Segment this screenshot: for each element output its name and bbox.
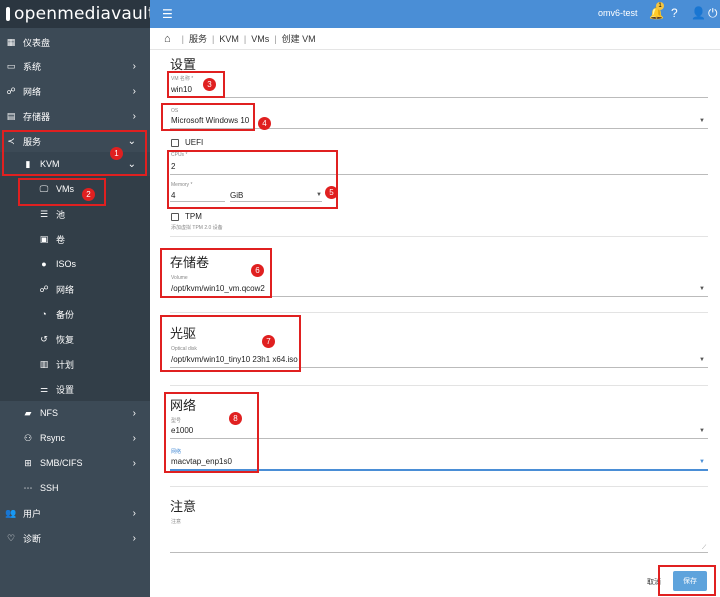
chevron-right-icon: › xyxy=(132,407,136,419)
chevron-right-icon: › xyxy=(132,457,136,469)
backup-icon: ◔ xyxy=(41,309,47,319)
annotation-number: 7 xyxy=(262,335,275,348)
tpm-label: TPM xyxy=(185,212,202,221)
sidebar-item-users[interactable]: 👥 用户 › xyxy=(0,501,150,525)
annotation-box-7 xyxy=(160,315,301,372)
sidebar-item-settings[interactable]: ⚌ 设置 xyxy=(0,377,150,401)
chevron-right-icon: › xyxy=(132,60,136,72)
network-dropdown-icon[interactable]: ▼ xyxy=(699,459,705,465)
folder-icon: ▰ xyxy=(24,407,32,418)
chevron-right-icon: › xyxy=(132,432,136,444)
uefi-label: UEFI xyxy=(185,138,204,147)
sidebar-item-ssh[interactable]: ⋯ SSH xyxy=(0,476,150,500)
home-icon[interactable]: ⌂ xyxy=(164,33,171,45)
chevron-right-icon: › xyxy=(132,507,136,519)
uefi-checkbox[interactable] xyxy=(171,138,179,147)
sidebar: openmediavault ▦ 仪表盘 ▭ 系统 › ☍ 网络 › ▤ 存储器… xyxy=(0,0,155,597)
sidebar-item-rsync[interactable]: ⚇ Rsync › xyxy=(0,426,150,450)
chevron-right-icon: › xyxy=(132,532,136,544)
optical-dropdown-icon[interactable]: ▼ xyxy=(699,357,705,363)
user-icon[interactable]: 👤 xyxy=(691,6,706,20)
sidebar-item-smb[interactable]: ⊞ SMB/CIFS › xyxy=(0,451,150,475)
heartbeat-icon: ♡ xyxy=(6,532,16,543)
notification-badge: 1 xyxy=(656,2,664,10)
sidebar-item-system[interactable]: ▭ 系统 › xyxy=(0,54,150,78)
model-dropdown-icon[interactable]: ▼ xyxy=(699,428,705,434)
ssh-icon: ⋯ xyxy=(23,482,33,493)
help-icon[interactable]: ? xyxy=(671,6,678,20)
users-icon: 👥 xyxy=(5,507,17,518)
annotation-number: 4 xyxy=(258,117,271,130)
os-dropdown-icon[interactable]: ▼ xyxy=(699,118,705,124)
sidebar-item-nfs[interactable]: ▰ NFS › xyxy=(0,401,150,425)
sidebar-item-restore[interactable]: ↺ 恢复 xyxy=(0,327,150,351)
annotation-number: 2 xyxy=(82,188,95,201)
breadcrumb: ⌂ | 服务 | KVM | VMs | 创建 VM xyxy=(150,28,720,50)
chevron-right-icon: › xyxy=(132,110,136,122)
annotation-box-3 xyxy=(167,71,225,98)
tpm-checkbox-row[interactable]: TPM xyxy=(171,212,202,221)
sidebar-item-network[interactable]: ☍ 网络 › xyxy=(0,79,150,103)
annotation-number: 1 xyxy=(110,147,123,160)
sidebar-item-volumes[interactable]: ▣ 卷 xyxy=(0,227,150,251)
storage-icon: ▤ xyxy=(6,110,16,121)
sidebar-item-storage[interactable]: ▤ 存储器 › xyxy=(0,104,150,128)
sidebar-item-isos[interactable]: ● ISOs xyxy=(0,252,150,276)
hostname: omv6-test xyxy=(598,8,638,18)
annotation-number: 5 xyxy=(325,186,338,199)
sliders-icon: ⚌ xyxy=(39,383,49,394)
resize-handle-icon[interactable]: ⟋ xyxy=(702,545,706,552)
uefi-checkbox-row[interactable]: UEFI xyxy=(171,138,203,147)
annotation-box-5 xyxy=(167,150,338,209)
breadcrumb-kvm[interactable]: KVM xyxy=(219,34,239,44)
sidebar-item-kvm-network[interactable]: ☍ 网络 xyxy=(0,277,150,301)
disc-icon: ● xyxy=(41,259,47,269)
sidebar-item-backup[interactable]: ◔ 备份 xyxy=(0,302,150,326)
calendar-icon: ▥ xyxy=(39,358,49,369)
notes-label: 注意 xyxy=(171,519,182,525)
notes-section-title: 注意 xyxy=(170,499,197,514)
chevron-right-icon: › xyxy=(132,85,136,97)
app-logo[interactable]: openmediavault xyxy=(0,0,155,28)
network-icon: ☍ xyxy=(6,85,16,96)
app-title: openmediavault xyxy=(14,4,155,24)
sidebar-item-diagnostics[interactable]: ♡ 诊断 › xyxy=(0,526,150,550)
restore-icon: ↺ xyxy=(40,333,48,344)
laptop-icon: ▭ xyxy=(6,60,16,71)
annotation-number: 8 xyxy=(229,412,242,425)
breadcrumb-vms[interactable]: VMs xyxy=(251,34,269,44)
rsync-icon: ⚇ xyxy=(23,432,33,443)
sidebar-item-dashboard[interactable]: ▦ 仪表盘 xyxy=(0,30,150,54)
smb-icon: ⊞ xyxy=(24,457,32,468)
annotation-number: 6 xyxy=(251,264,264,277)
annotation-number: 3 xyxy=(203,78,216,91)
volume-icon: ▣ xyxy=(39,233,49,244)
tpm-hint: 添加虚拟 TPM 2.0 设备 xyxy=(171,225,223,231)
notes-textarea[interactable] xyxy=(170,526,708,553)
annotation-box-save xyxy=(658,565,716,596)
sidebar-item-schedule[interactable]: ▥ 计划 xyxy=(0,352,150,376)
network-icon: ☍ xyxy=(39,283,49,294)
annotation-box-1 xyxy=(2,130,147,176)
annotation-box-8 xyxy=(164,392,259,473)
dashboard-icon: ▦ xyxy=(6,36,16,47)
omv-logo-icon xyxy=(6,7,10,21)
volume-dropdown-icon[interactable]: ▼ xyxy=(699,286,705,292)
breadcrumb-create-vm: 创建 VM xyxy=(281,34,316,44)
pool-icon: ☰ xyxy=(39,208,49,219)
annotation-box-4 xyxy=(161,103,255,131)
tpm-checkbox[interactable] xyxy=(171,212,179,221)
menu-icon[interactable]: ☰ xyxy=(162,7,173,21)
breadcrumb-services[interactable]: 服务 xyxy=(189,32,207,45)
top-bar: ☰ omv6-test 🔔 1 ? 👤 ⏻ xyxy=(150,0,720,28)
power-icon[interactable]: ⏻ xyxy=(708,6,718,21)
